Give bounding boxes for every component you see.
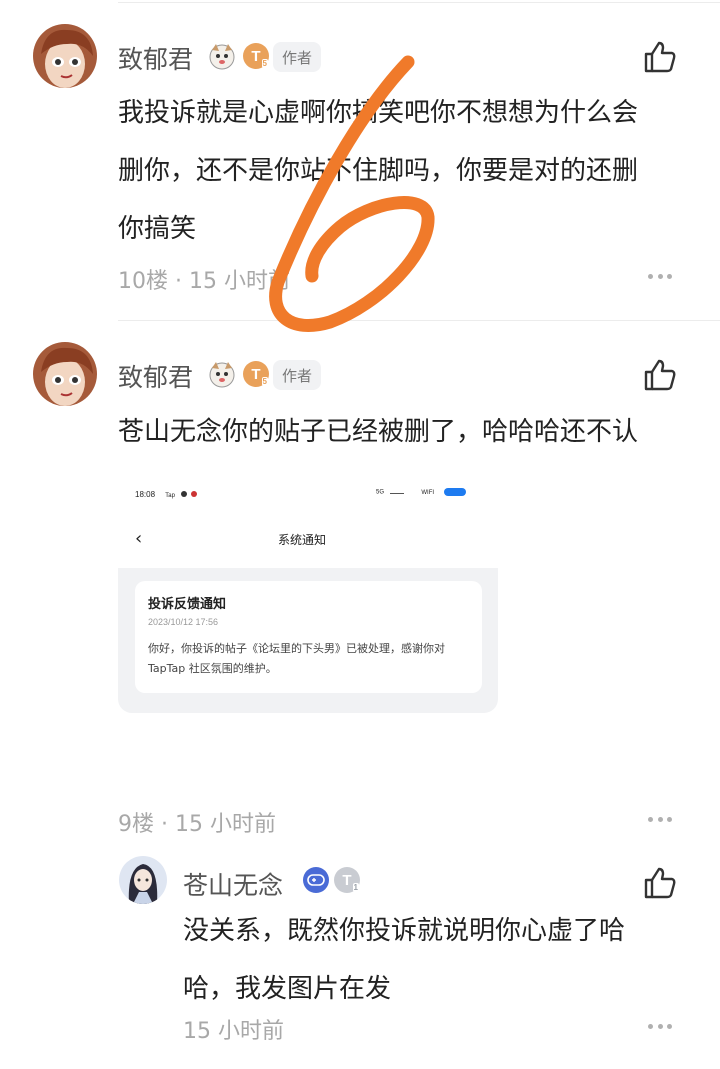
more-icon[interactable] xyxy=(648,817,672,823)
thumbs-up-icon[interactable] xyxy=(643,866,677,900)
comment-text: 苍山无念你的贴子已经被删了，哈哈哈还不认 xyxy=(118,417,639,447)
top-divider xyxy=(118,2,720,3)
username[interactable]: 苍山无念 xyxy=(183,866,283,902)
more-icon[interactable] xyxy=(648,274,672,280)
dog-badge-icon xyxy=(208,360,236,388)
level-badge: T1 xyxy=(334,867,360,893)
username[interactable]: 致郁君 xyxy=(118,358,193,394)
notice-date: 2023/10/12 17:56 xyxy=(148,617,219,627)
reply-text: 没关系，既然你投诉就说明你心虚了哈 哈，我发图片在发 xyxy=(183,916,626,1004)
notice-card[interactable]: 投诉反馈通知 2023/10/12 17:56 你好，你投诉的帖子《论坛里的下头… xyxy=(135,581,482,693)
level-badge: T5 xyxy=(243,361,269,387)
status-right: 5G WIFI xyxy=(376,488,466,496)
back-arrow-icon[interactable]: ‹ xyxy=(135,528,142,549)
battery-icon xyxy=(443,488,466,496)
reply-meta: 15 小时前 xyxy=(183,1019,284,1044)
avatar[interactable] xyxy=(33,24,97,88)
page-title: 系统通知 xyxy=(278,533,327,547)
author-tag: 作者 xyxy=(273,360,321,390)
gamepad-badge-icon xyxy=(303,867,329,893)
notice-body: 你好，你投诉的帖子《论坛里的下头男》已被处理，感谢你对 TapTap 社区氛围的… xyxy=(148,642,445,675)
dog-badge-icon xyxy=(208,42,236,70)
username[interactable]: 致郁君 xyxy=(118,40,193,76)
comment-meta: 9楼 · 15 小时前 xyxy=(118,812,276,837)
thumbs-up-icon[interactable] xyxy=(643,358,677,392)
avatar[interactable] xyxy=(33,342,97,406)
status-bar: 18:08 Tap xyxy=(135,490,198,499)
thumbs-up-icon[interactable] xyxy=(643,40,677,74)
attached-screenshot[interactable]: 18:08 Tap 5G WIFI ‹ 系统通知 投诉反馈通知 2023/10/… xyxy=(118,478,498,713)
record-dot-icon xyxy=(191,491,198,497)
avatar[interactable] xyxy=(119,856,167,904)
scribble-six-overlay xyxy=(269,55,435,332)
notice-title: 投诉反馈通知 xyxy=(148,597,227,612)
more-icon[interactable] xyxy=(648,1024,672,1030)
status-dot-icon xyxy=(181,491,188,497)
